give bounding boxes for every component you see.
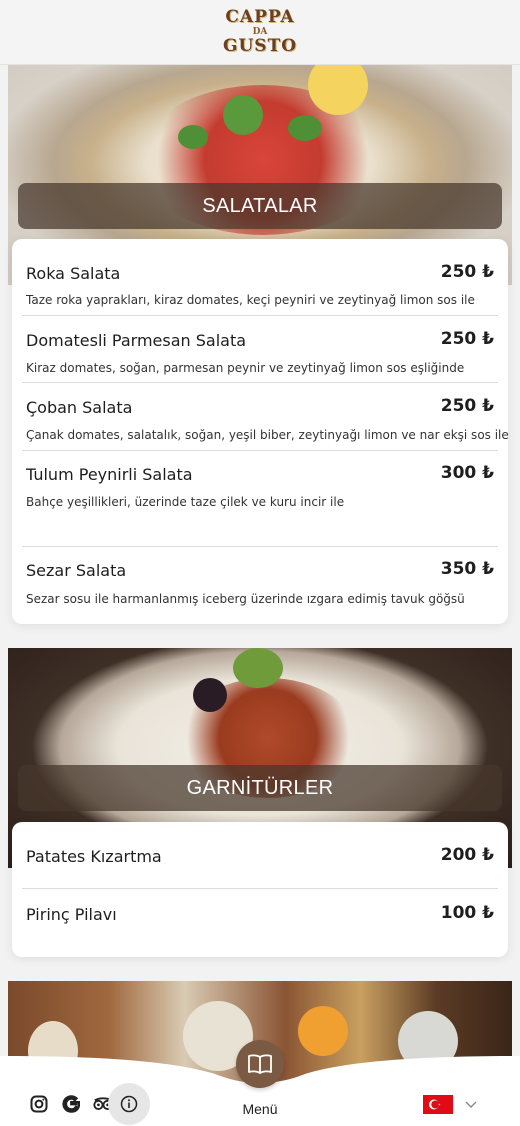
item-name: Patates Kızartma bbox=[26, 847, 162, 866]
item-name: Tulum Peynirli Salata bbox=[26, 465, 193, 484]
item-price: 300 ₺ bbox=[440, 463, 494, 483]
info-icon bbox=[120, 1095, 138, 1113]
item-price: 350 ₺ bbox=[440, 559, 494, 579]
item-description: Kiraz domates, soğan, parmesan peynir ve… bbox=[26, 361, 465, 375]
list-item[interactable]: Sezar Salata 350 ₺ Sezar sosu ile harman… bbox=[22, 547, 498, 624]
menu-label[interactable]: Menü bbox=[220, 1101, 300, 1117]
item-price: 250 ₺ bbox=[440, 329, 494, 349]
item-description: Sezar sosu ile harmanlanmış iceberg üzer… bbox=[26, 592, 465, 606]
list-item[interactable]: Tulum Peynirli Salata 300 ₺ Bahçe yeşill… bbox=[22, 451, 498, 547]
item-description: Çanak domates, salatalık, soğan, yeşil b… bbox=[26, 428, 509, 442]
list-item[interactable]: Pirinç Pilavı 100 ₺ bbox=[22, 889, 498, 957]
item-name: Çoban Salata bbox=[26, 398, 133, 417]
list-item[interactable]: Çoban Salata 250 ₺ Çanak domates, salata… bbox=[22, 383, 509, 451]
menu-book-icon bbox=[248, 1054, 272, 1074]
item-price: 200 ₺ bbox=[440, 845, 494, 865]
header: CAPPA DA GUSTO bbox=[0, 0, 520, 65]
item-name: Roka Salata bbox=[26, 264, 121, 283]
category-title: SALATALAR bbox=[202, 194, 318, 217]
google-icon[interactable] bbox=[60, 1093, 82, 1115]
language-selector[interactable] bbox=[423, 1095, 477, 1114]
cappa-da-gusto-logo[interactable]: CAPPA DA GUSTO bbox=[223, 2, 296, 62]
item-name: Pirinç Pilavı bbox=[26, 905, 117, 924]
logo-line2: GUSTO bbox=[222, 36, 298, 56]
item-price: 100 ₺ bbox=[440, 903, 494, 923]
item-name: Sezar Salata bbox=[26, 561, 127, 580]
menu-card-garniturler: Patates Kızartma 200 ₺ Pirinç Pilavı 100… bbox=[12, 822, 508, 957]
list-item[interactable]: Roka Salata 250 ₺ Taze roka yaprakları, … bbox=[22, 239, 498, 316]
item-price: 250 ₺ bbox=[440, 262, 494, 282]
chevron-down-icon bbox=[465, 1101, 477, 1108]
item-price: 250 ₺ bbox=[440, 396, 494, 416]
info-button[interactable] bbox=[108, 1083, 150, 1125]
item-description: Taze roka yaprakları, kiraz domates, keç… bbox=[26, 293, 475, 307]
item-description: Bahçe yeşillikleri, üzerinde taze çilek … bbox=[26, 495, 345, 509]
instagram-icon[interactable] bbox=[28, 1093, 50, 1115]
social-links bbox=[28, 1093, 114, 1115]
list-item[interactable]: Domatesli Parmesan Salata 250 ₺ Kiraz do… bbox=[22, 316, 498, 383]
turkish-flag-icon bbox=[423, 1095, 453, 1114]
category-title: GARNİTÜRLER bbox=[186, 776, 334, 799]
menu-button[interactable] bbox=[236, 1040, 284, 1088]
item-name: Domatesli Parmesan Salata bbox=[26, 331, 247, 350]
logo-line1: CAPPA bbox=[225, 7, 295, 27]
list-item[interactable]: Patates Kızartma 200 ₺ bbox=[22, 822, 498, 889]
menu-card-salatalar: Roka Salata 250 ₺ Taze roka yaprakları, … bbox=[12, 239, 509, 624]
category-banner-garniturler[interactable]: GARNİTÜRLER bbox=[18, 765, 502, 811]
category-banner-salatalar[interactable]: SALATALAR bbox=[18, 183, 502, 229]
